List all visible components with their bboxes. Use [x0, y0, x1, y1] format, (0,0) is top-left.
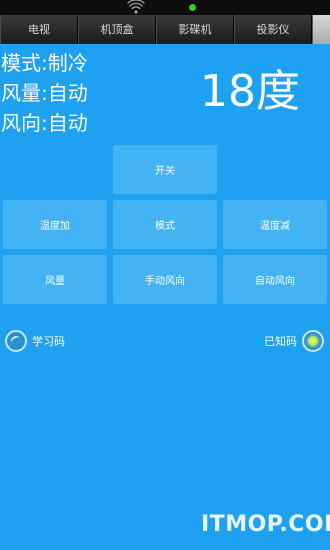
tab-bar-end: [312, 15, 330, 44]
status-indicator-dot: [189, 4, 196, 11]
learn-code-radio[interactable]: [5, 330, 27, 352]
mode-status: 模式:制冷: [1, 51, 88, 75]
known-code-option[interactable]: 已知码: [264, 330, 324, 352]
ac-status-panel: 模式:制冷 风量:自动 风向:自动: [1, 48, 88, 138]
learn-code-label: 学习码: [32, 335, 65, 348]
watermark-logo: ITMOP.COM: [201, 512, 330, 537]
temp-up-button[interactable]: 温度加: [3, 200, 107, 249]
manual-direction-button[interactable]: 手动风向: [113, 255, 217, 304]
fan-speed-status: 风量:自动: [1, 81, 88, 105]
tab-dvd-player[interactable]: 影碟机: [156, 15, 234, 44]
temp-down-button[interactable]: 温度减: [223, 200, 327, 249]
known-code-radio[interactable]: [302, 330, 324, 352]
known-code-label: 已知码: [264, 335, 297, 348]
temperature-display: 18度: [200, 66, 300, 117]
fan-direction-status: 风向:自动: [1, 111, 88, 135]
tab-tv[interactable]: 电视: [0, 15, 78, 44]
tab-set-top-box[interactable]: 机顶盒: [78, 15, 156, 44]
mode-button[interactable]: 模式: [113, 200, 217, 249]
fan-speed-button[interactable]: 风量: [3, 255, 107, 304]
learn-code-option[interactable]: 学习码: [5, 330, 65, 352]
tab-projector[interactable]: 投影仪: [234, 15, 312, 44]
status-bar: [0, 0, 330, 15]
device-tab-bar: 电视 机顶盒 影碟机 投影仪: [0, 15, 330, 44]
power-button[interactable]: 开关: [113, 145, 217, 194]
auto-direction-button[interactable]: 自动风向: [223, 255, 327, 304]
wifi-signal-icon: [127, 0, 145, 14]
